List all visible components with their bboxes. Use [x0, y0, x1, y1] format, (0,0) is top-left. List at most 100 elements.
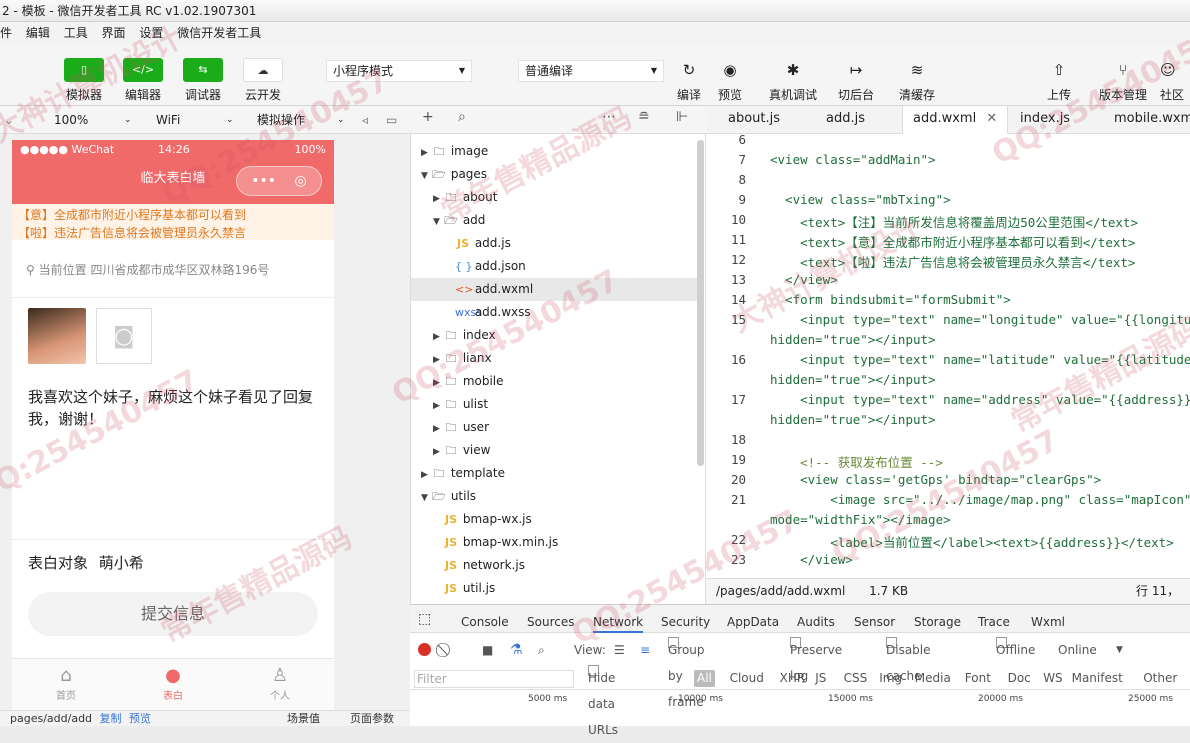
tab-profile[interactable]: ♙ 个人	[250, 665, 310, 702]
folder-item[interactable]: ▶ 🗀 view	[411, 439, 701, 462]
editor-tab[interactable]: index.js	[1010, 106, 1080, 134]
editor-tab[interactable]: about.js	[718, 106, 790, 134]
folder-item[interactable]: ▼ 🗁 add	[411, 209, 701, 232]
folder-item[interactable]: ▼ 🗁 pages	[411, 163, 701, 186]
menu-tools[interactable]: 工具	[64, 26, 88, 40]
type-filter[interactable]: XHR	[780, 665, 806, 691]
type-filter[interactable]: Manifest	[1072, 665, 1123, 691]
content-text[interactable]: 我喜欢这个妹子，麻烦这个妹子看见了回复我，谢谢！	[12, 372, 334, 540]
folder-item[interactable]: ▶ 🗀 mobile	[411, 370, 701, 393]
type-filter[interactable]: CSS	[844, 665, 868, 691]
folder-item[interactable]: ▶ 🗀 lianx	[411, 347, 701, 370]
camera-icon[interactable]: ◙	[95, 308, 152, 364]
camera-icon[interactable]: ■	[482, 637, 493, 663]
menu-settings[interactable]: 设置	[139, 26, 163, 40]
cloud-dev-button[interactable]: ☁ 云开发	[235, 58, 291, 103]
list-view-icon[interactable]: ☰	[614, 637, 625, 663]
record-icon[interactable]	[418, 643, 431, 656]
file-item[interactable]: wxss add.wxss	[411, 301, 701, 324]
folder-item[interactable]: ▶ 🗀 about	[411, 186, 701, 209]
menu-file[interactable]: 件	[0, 26, 12, 40]
type-filter[interactable]: Img	[879, 665, 902, 691]
folder-item[interactable]: ▶ 🗀 image	[411, 140, 701, 163]
submit-button[interactable]: 提交信息	[28, 592, 318, 636]
devtools-tab[interactable]: Network	[593, 605, 644, 633]
operation-select[interactable]: 模拟操作 ⌄	[257, 110, 347, 130]
preview-button[interactable]: ◉ 预览	[706, 58, 754, 103]
editor-tab[interactable]: mobile.wxml	[1104, 106, 1190, 134]
location-row[interactable]: ⚲ 当前位置 四川省成都市成华区双林路196号	[12, 242, 334, 298]
version-button[interactable]: ⑂ 版本管理	[1096, 58, 1150, 103]
search-icon[interactable]: ⌕	[538, 637, 545, 663]
devtools-tab[interactable]: Security	[661, 605, 710, 633]
code-editor[interactable]: 6 7 <view class="addMain"> 8 9 <view class="…	[706, 134, 1190, 578]
close-circle-icon[interactable]: ◎	[295, 173, 307, 189]
file-item[interactable]: { } add.json	[411, 255, 701, 278]
device-chevron-icon[interactable]: ⌄	[4, 110, 14, 130]
type-filter[interactable]: JS	[815, 665, 826, 691]
compile-select[interactable]: 普通编译 ▼	[518, 60, 664, 82]
volume-icon[interactable]: ◃	[362, 110, 368, 130]
community-button[interactable]: ☺ 社区	[1160, 58, 1190, 103]
remote-debug-button[interactable]: ✱ 真机调试	[765, 58, 821, 103]
devtools-tab[interactable]: Sources	[527, 605, 574, 633]
more-icon[interactable]: ⋯	[602, 109, 616, 125]
tab-confess[interactable]: ● 表白	[143, 665, 203, 702]
menu-view[interactable]: 界面	[102, 26, 126, 40]
folder-item[interactable]: ▶ 🗀 index	[411, 324, 701, 347]
devtools-tab[interactable]: AppData	[727, 605, 779, 633]
file-item[interactable]: JS util.js	[411, 577, 701, 600]
scene-button[interactable]: 场景值	[287, 711, 320, 726]
upload-button[interactable]: ⇧ 上传	[1035, 58, 1083, 103]
add-icon[interactable]: +	[422, 109, 434, 125]
type-filter[interactable]: Other	[1143, 665, 1177, 691]
type-filter[interactable]: Media	[915, 665, 951, 691]
menu-edit[interactable]: 编辑	[26, 26, 50, 40]
uploaded-photo[interactable]	[28, 308, 86, 364]
preview-link[interactable]: 预览	[129, 712, 151, 725]
waterfall-view-icon[interactable]: ≡	[640, 637, 650, 663]
file-item[interactable]: JS bmap-wx.min.js	[411, 531, 701, 554]
folder-item[interactable]: ▶ 🗀 user	[411, 416, 701, 439]
simulator-button[interactable]: ▯ 模拟器	[56, 58, 112, 103]
type-filter[interactable]: Font	[965, 665, 991, 691]
collapse-icon[interactable]: ≘	[638, 109, 650, 125]
search-icon[interactable]: ⌕	[458, 109, 466, 125]
tab-home[interactable]: ⌂ 首页	[36, 665, 96, 702]
folder-item[interactable]: ▶ 🗀 template	[411, 462, 701, 485]
type-filter[interactable]: Cloud	[730, 665, 764, 691]
mode-select[interactable]: 小程序模式 ▼	[326, 60, 472, 82]
chevron-down-icon[interactable]: ▼	[1116, 637, 1123, 663]
type-filter[interactable]: All	[694, 670, 715, 687]
window-icon[interactable]: ▭	[386, 110, 397, 130]
devtools-tab[interactable]: Console	[461, 605, 509, 633]
close-icon[interactable]: ✕	[986, 111, 997, 126]
clear-cache-button[interactable]: ≋ 清缓存	[893, 58, 941, 103]
devtools-tab[interactable]: Audits	[797, 605, 835, 633]
devtools-tab[interactable]: Sensor	[854, 605, 895, 633]
menu-wechat-devtools[interactable]: 微信开发者工具	[177, 26, 261, 40]
type-filter[interactable]: Doc	[1008, 665, 1031, 691]
folder-item[interactable]: ▶ 🗀 ulist	[411, 393, 701, 416]
capsule-menu[interactable]: ••• ◎	[236, 166, 322, 196]
filter-icon[interactable]: ⚗	[510, 637, 523, 663]
split-icon[interactable]: ⊩	[676, 109, 688, 125]
file-item[interactable]: JS add.js	[411, 232, 701, 255]
inspect-icon[interactable]: ⬚	[418, 605, 431, 633]
type-filter[interactable]: WS	[1043, 665, 1062, 691]
file-item[interactable]: <> add.wxml	[411, 278, 701, 301]
folder-item[interactable]: ▼ 🗁 utils	[411, 485, 701, 508]
filter-input[interactable]: Filter	[414, 670, 574, 688]
editor-tab[interactable]: add.js	[816, 106, 875, 134]
copy-link[interactable]: 复制	[100, 712, 122, 725]
editor-button[interactable]: </> 编辑器	[115, 58, 171, 103]
params-button[interactable]: 页面参数	[350, 711, 394, 726]
devtools-tab[interactable]: Wxml	[1031, 605, 1065, 633]
editor-tab[interactable]: add.wxml ✕	[902, 106, 1009, 134]
explorer-scrollbar[interactable]	[697, 140, 704, 466]
file-item[interactable]: JS network.js	[411, 554, 701, 577]
zoom-select[interactable]: 100% ⌄	[54, 110, 134, 130]
more-dots-icon[interactable]: •••	[251, 173, 276, 189]
devtools-tab[interactable]: Storage	[914, 605, 961, 633]
file-item[interactable]: JS bmap-wx.js	[411, 508, 701, 531]
